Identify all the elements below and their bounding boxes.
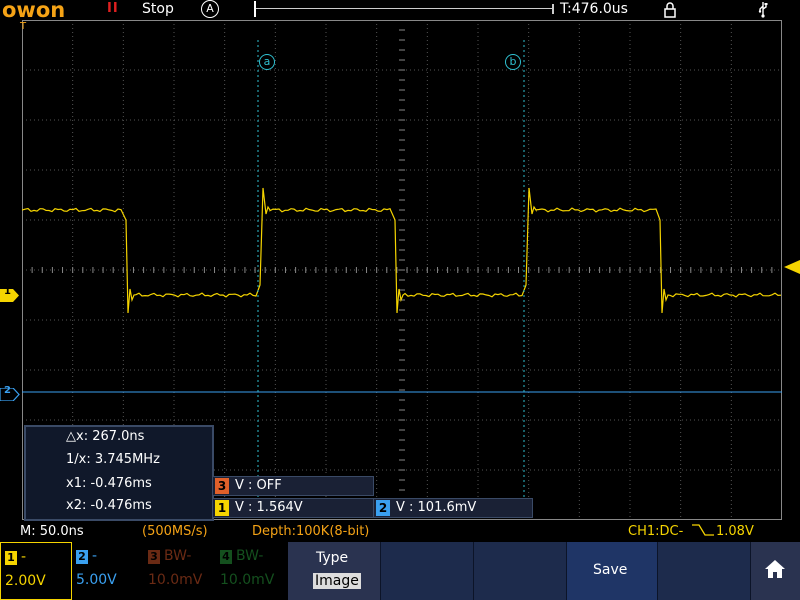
status-bar: M: 50.0ns (500MS/s) Depth:100K(8-bit) CH…: [0, 522, 800, 542]
ch1-cursor-text: V : 1.564V: [235, 500, 303, 515]
ch2-menu-coupling: -: [92, 548, 98, 564]
ch1-offset-label: 1: [4, 286, 11, 297]
menu-slot-3[interactable]: [474, 542, 567, 600]
ch3-cursor-value: 3 V : OFF: [212, 476, 374, 496]
trigger-time-readout: T:476.0us: [560, 1, 628, 17]
delta-x-readout: △x: 267.0ns: [66, 429, 145, 444]
ch4-menu-scale: 10.0mV: [220, 572, 275, 588]
ch2-menu-scale: 5.00V: [76, 572, 117, 588]
ch1-offset-marker[interactable]: 1: [0, 286, 20, 302]
memory-position-bar: [254, 4, 554, 14]
cursor-b-label[interactable]: b: [505, 54, 521, 70]
ch1-menu-scale: 2.00V: [5, 573, 46, 589]
home-button[interactable]: [751, 542, 800, 600]
ch3-menu-bandwidth: BW-: [164, 548, 192, 564]
x2-readout: x2: -0.476ms: [66, 498, 152, 513]
home-icon: [764, 559, 786, 583]
trigger-position-marker: T: [20, 21, 27, 32]
ch2-menu-button[interactable]: 2 - 5.00V: [72, 542, 145, 600]
save-button-label: Save: [593, 562, 628, 578]
cursor-a-label[interactable]: a: [259, 54, 275, 70]
ch1-menu-badge: 1: [5, 551, 17, 565]
timebase-readout[interactable]: M: 50.0ns: [20, 524, 84, 539]
ch1-menu-button[interactable]: 1 - 2.00V: [0, 542, 72, 600]
inverse-delta-x-readout: 1/x: 3.745MHz: [66, 452, 160, 467]
save-button[interactable]: Save: [567, 542, 658, 600]
ch4-menu-bandwidth: BW-: [236, 548, 264, 564]
bottom-menu: 1 - 2.00V 2 - 5.00V 3 BW- 10.0mV 4 BW- 1…: [0, 542, 800, 600]
ch3-menu-scale: 10.0mV: [148, 572, 203, 588]
ch2-cursor-value: 2 V : 101.6mV: [373, 498, 533, 518]
top-bar: owon II Stop A T:476.0us: [0, 0, 800, 22]
memory-depth-readout[interactable]: Depth:100K(8-bit): [252, 524, 369, 539]
ch4-menu-button[interactable]: 4 BW- 10.0mV: [216, 542, 289, 600]
brand-logo: owon: [2, 0, 66, 22]
ch2-cursor-text: V : 101.6mV: [396, 500, 477, 515]
ch1-badge: 1: [215, 500, 229, 516]
x1-readout: x1: -0.476ms: [66, 476, 152, 491]
ch2-offset-marker[interactable]: 2: [0, 385, 20, 402]
trigger-source-readout[interactable]: CH1:DC-: [628, 524, 683, 539]
ch4-menu-badge: 4: [220, 550, 232, 564]
ch2-badge: 2: [376, 500, 390, 516]
ch3-menu-badge: 3: [148, 550, 160, 564]
ch2-offset-label: 2: [4, 385, 11, 396]
menu-slot-5[interactable]: [658, 542, 751, 600]
ch3-cursor-text: V : OFF: [235, 478, 282, 493]
ch1-menu-coupling: -: [21, 549, 27, 565]
rising-edge-icon: [692, 523, 714, 541]
cursor-measure-panel: △x: 267.0ns 1/x: 3.745MHz x1: -0.476ms x…: [24, 425, 214, 521]
ch1-cursor-value: 1 V : 1.564V: [212, 498, 374, 518]
menu-slot-2[interactable]: [381, 542, 474, 600]
memory-position-marker: [254, 1, 256, 17]
sample-rate-readout: (500MS/s): [142, 524, 208, 539]
trigger-level-arrow-icon[interactable]: [784, 259, 800, 274]
type-menu-button[interactable]: Type Image: [288, 542, 381, 600]
type-menu-label: Type: [316, 550, 349, 566]
type-menu-value: Image: [313, 573, 361, 589]
pause-icon[interactable]: II: [107, 1, 119, 16]
usb-icon: [758, 1, 768, 22]
ch2-menu-badge: 2: [76, 550, 88, 564]
ch3-badge: 3: [215, 478, 229, 494]
trigger-mode-indicator: A: [201, 0, 219, 18]
ch3-menu-button[interactable]: 3 BW- 10.0mV: [144, 542, 217, 600]
lock-icon: [664, 2, 676, 22]
run-status-label: Stop: [142, 1, 174, 17]
trigger-level-readout: 1.08V: [716, 524, 754, 539]
